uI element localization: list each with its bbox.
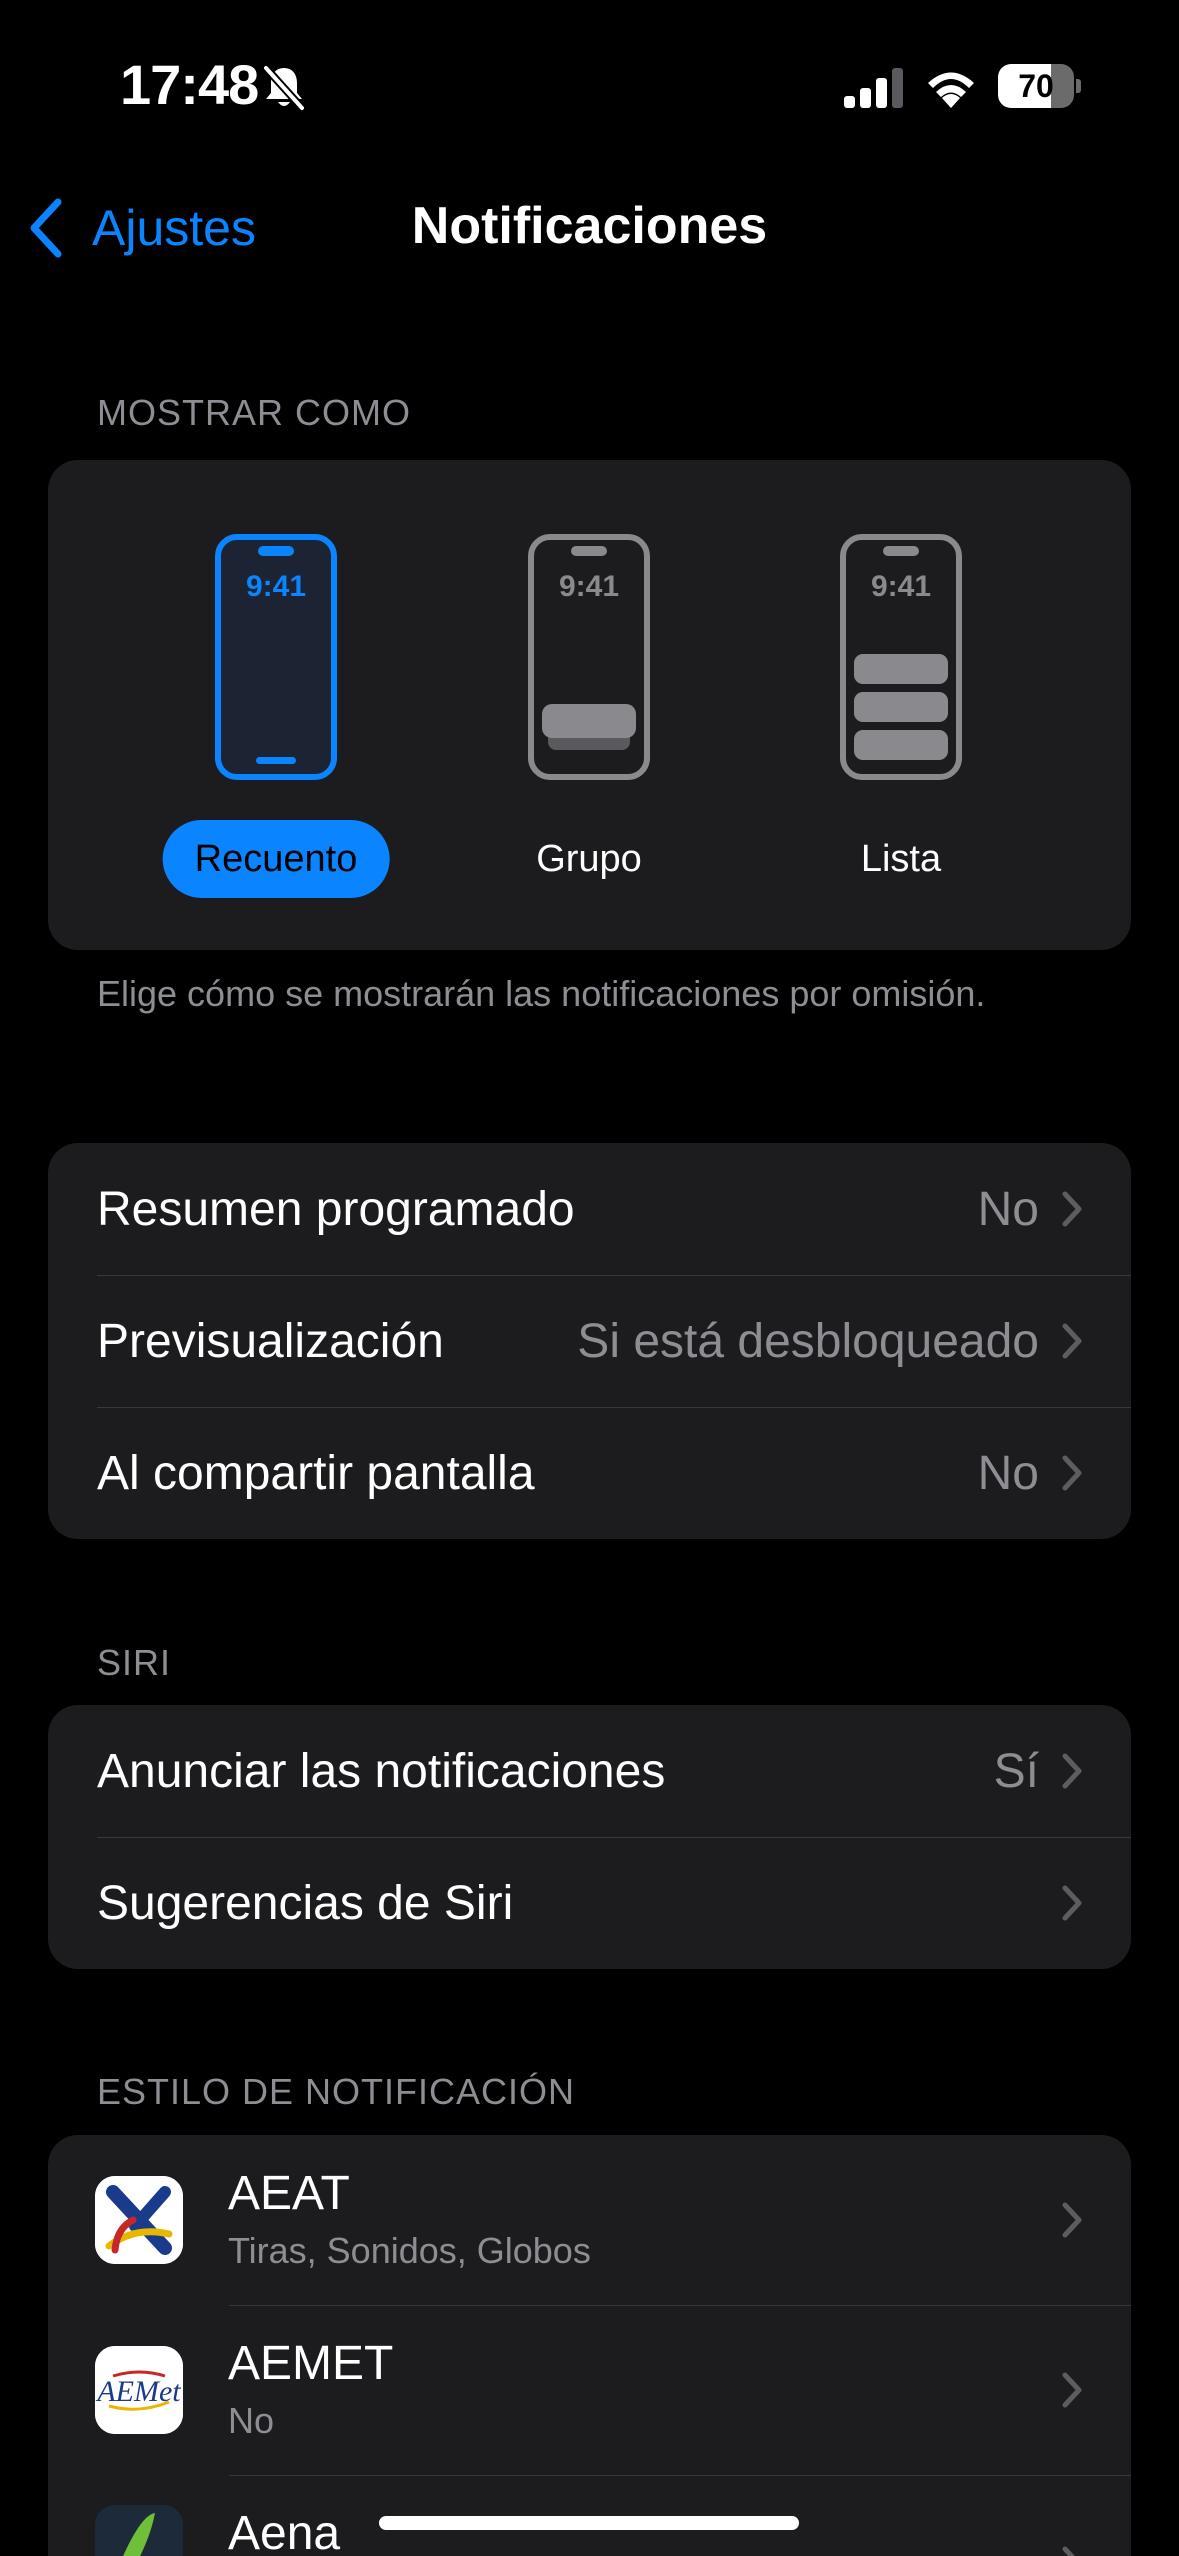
bell-slash-icon [263, 65, 305, 111]
row-previews[interactable]: Previsualización Si está desbloqueado [48, 1275, 1131, 1407]
row-scheduled-summary[interactable]: Resumen programado No [48, 1143, 1131, 1275]
row-screen-sharing[interactable]: Al compartir pantalla No [48, 1407, 1131, 1539]
chevron-right-icon [1062, 1885, 1082, 1921]
chevron-right-icon [1062, 1455, 1082, 1491]
display-option-list-label: Lista [860, 838, 942, 880]
wifi-icon [928, 72, 974, 108]
chevron-right-icon [1062, 2202, 1082, 2238]
app-row-aemet[interactable]: AEMet AEMET No [48, 2305, 1131, 2475]
chevron-right-icon [1062, 1323, 1082, 1359]
app-detail: No [228, 2400, 275, 2441]
app-row-aeat[interactable]: AEAT Tiras, Sonidos, Globos [48, 2135, 1131, 2305]
display-option-list[interactable]: 9:41 Lista [751, 460, 1051, 950]
chevron-right-icon [1062, 1191, 1082, 1227]
display-option-group-label: Grupo [536, 838, 642, 880]
display-option-group[interactable]: 9:41 Grupo [439, 460, 739, 950]
aemet-logo-icon: AEMet [95, 2346, 183, 2434]
battery-indicator: 70 [998, 64, 1081, 108]
display-as-footer: Elige cómo se mostrarán las notificacion… [97, 973, 986, 1014]
general-settings-card: Resumen programado No Previsualización S… [48, 1143, 1131, 1539]
home-indicator[interactable] [379, 2516, 799, 2530]
page-title: Notificaciones [411, 197, 768, 255]
section-header-siri: SIRI [97, 1642, 172, 1683]
status-bar: 17:48 70 [0, 0, 1179, 170]
aena-logo-icon [95, 2505, 183, 2556]
phone-preview-group: 9:41 [528, 534, 650, 780]
aeat-logo-icon [95, 2176, 183, 2264]
row-siri-suggestions[interactable]: Sugerencias de Siri [48, 1837, 1131, 1969]
siri-settings-card: Anunciar las notificaciones Sí Sugerenci… [48, 1705, 1131, 1969]
chevron-right-icon [1062, 2372, 1082, 2408]
app-name: AEMET [228, 2337, 394, 2390]
chevron-right-icon [1062, 2546, 1075, 2556]
phone-preview-count: 9:41 [215, 534, 337, 780]
section-header-notification-style: ESTILO DE NOTIFICACIÓN [97, 2071, 576, 2112]
app-detail: Tiras, Sonidos, Globos [228, 2230, 591, 2271]
status-time: 17:48 [120, 53, 259, 116]
notifications-settings-screen: 17:48 70 Ajustes Notificaciones MOSTRAR … [0, 0, 1179, 2556]
cellular-signal-icon [844, 68, 903, 108]
display-option-count[interactable]: 9:41 Recuento [126, 460, 426, 950]
row-announce-notifications[interactable]: Anunciar las notificaciones Sí [48, 1705, 1131, 1837]
app-name: Aena [228, 2507, 341, 2556]
app-name: AEAT [228, 2167, 350, 2220]
chevron-right-icon [1062, 1753, 1082, 1789]
phone-preview-list: 9:41 [840, 534, 962, 780]
battery-percentage: 70 [1018, 68, 1054, 104]
notification-style-card: AEAT Tiras, Sonidos, Globos AEMet AEMET … [48, 2135, 1131, 2556]
section-header-display-as: MOSTRAR COMO [97, 392, 411, 433]
display-as-card: 9:41 Recuento 9:41 Grupo 9:41 Lista [48, 460, 1131, 950]
display-option-count-label: Recuento [162, 820, 390, 898]
